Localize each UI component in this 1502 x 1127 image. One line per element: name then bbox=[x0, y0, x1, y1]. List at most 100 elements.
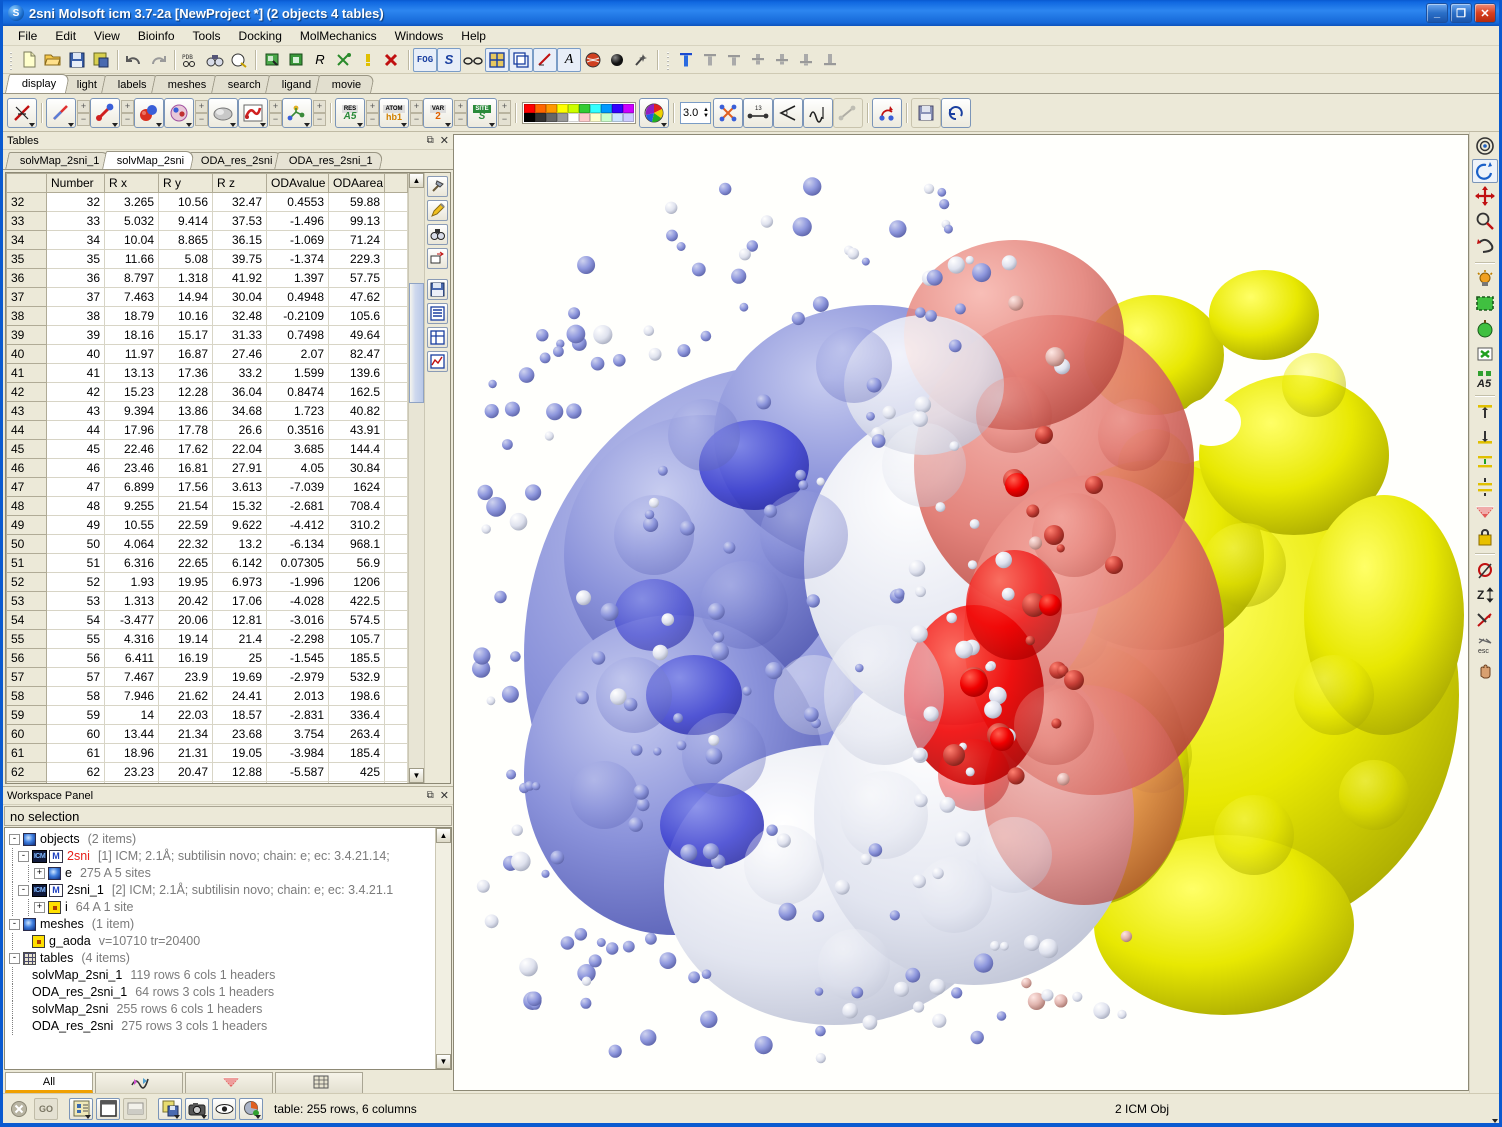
wire-representation-icon[interactable] bbox=[46, 98, 76, 128]
color-swatch-row2-3[interactable] bbox=[557, 113, 568, 122]
list-view-icon[interactable] bbox=[427, 303, 448, 324]
table-row[interactable]: 37377.46314.9430.040.494847.62 bbox=[7, 288, 408, 307]
restore-panel-icon[interactable]: ⧉ bbox=[427, 790, 434, 801]
table-row[interactable]: 424215.2312.2836.040.8474162.5 bbox=[7, 383, 408, 402]
tab-display[interactable]: display bbox=[5, 74, 70, 93]
table-row[interactable]: 606013.4421.3423.683.754263.4 bbox=[7, 725, 408, 744]
rotate-z-icon[interactable] bbox=[1472, 234, 1498, 258]
minimize-button[interactable]: _ bbox=[1426, 3, 1448, 23]
table-cell[interactable]: 60 bbox=[47, 725, 105, 744]
color-swatch-row1-1[interactable] bbox=[535, 104, 546, 113]
table-cell[interactable]: 62 bbox=[47, 763, 105, 782]
table-cell[interactable]: 310.2 bbox=[329, 516, 385, 535]
superimpose-icon[interactable] bbox=[713, 98, 743, 128]
table-cell[interactable]: 1206 bbox=[329, 573, 385, 592]
table-cell[interactable]: 1163 bbox=[329, 782, 385, 784]
color-swatch-row2-4[interactable] bbox=[568, 113, 579, 122]
clear-selection-icon[interactable] bbox=[1472, 342, 1498, 366]
table-cell[interactable]: 1.599 bbox=[267, 364, 329, 383]
res-label-stepper[interactable]: +− bbox=[366, 100, 379, 126]
table-cell[interactable]: 54 bbox=[47, 611, 105, 630]
table-cell[interactable]: 15.23 bbox=[105, 383, 159, 402]
table-cell[interactable]: 47 bbox=[47, 478, 105, 497]
table-cell[interactable]: 23.46 bbox=[105, 459, 159, 478]
color-swatch-row2-1[interactable] bbox=[535, 113, 546, 122]
table-cell[interactable]: 19.05 bbox=[213, 744, 267, 763]
table-row[interactable]: 58587.94621.6224.412.013198.6 bbox=[7, 687, 408, 706]
table-cell[interactable]: 58 bbox=[47, 687, 105, 706]
insert-column-icon[interactable] bbox=[427, 248, 448, 269]
table-cell[interactable]: 0.4553 bbox=[267, 193, 329, 212]
table-cell[interactable]: 10.56 bbox=[159, 193, 213, 212]
table-cell[interactable]: -1.545 bbox=[267, 649, 329, 668]
ball-stick-representation-icon[interactable] bbox=[164, 98, 194, 128]
table-cell[interactable]: 0.4948 bbox=[267, 288, 329, 307]
tree-item[interactable]: -meshes(1 item) bbox=[9, 916, 435, 933]
table-cell[interactable]: 44 bbox=[47, 421, 105, 440]
table-cell[interactable]: 24.41 bbox=[213, 687, 267, 706]
table-cell[interactable]: 10.52 bbox=[213, 782, 267, 784]
spinner-arrows[interactable]: ▲▼ bbox=[703, 107, 710, 119]
label-a5-icon[interactable]: A5 bbox=[1472, 367, 1498, 391]
table-cell[interactable]: 27.46 bbox=[213, 345, 267, 364]
table-row[interactable]: 36368.7971.31841.921.39757.75 bbox=[7, 269, 408, 288]
ws-tab-sequences[interactable] bbox=[95, 1072, 183, 1093]
menu-bioinfo[interactable]: Bioinfo bbox=[129, 27, 184, 45]
table-row[interactable]: 48489.25521.5415.32-2.681708.4 bbox=[7, 497, 408, 516]
table-cell[interactable]: 13.44 bbox=[105, 725, 159, 744]
table-cell[interactable]: 23.68 bbox=[213, 725, 267, 744]
distance-icon[interactable]: 13 bbox=[743, 98, 773, 128]
table-row-number[interactable]: 35 bbox=[7, 250, 47, 269]
save-icon[interactable] bbox=[65, 48, 89, 72]
molecular-3d-view[interactable] bbox=[453, 134, 1469, 1091]
menu-molmechanics[interactable]: MolMechanics bbox=[291, 27, 386, 45]
tree-expand-icon[interactable]: + bbox=[34, 868, 45, 879]
slab-both-icon[interactable] bbox=[1472, 450, 1498, 474]
table-cell[interactable]: -3.477 bbox=[105, 611, 159, 630]
table-cell[interactable]: 71.24 bbox=[329, 231, 385, 250]
table-cell[interactable]: 4.316 bbox=[105, 630, 159, 649]
table-row-number[interactable]: 44 bbox=[7, 421, 47, 440]
table-cell[interactable]: 31.33 bbox=[213, 326, 267, 345]
slab-6-icon[interactable] bbox=[794, 48, 818, 72]
color-swatch-row1-9[interactable] bbox=[623, 104, 634, 113]
table-column-header[interactable] bbox=[7, 174, 47, 193]
ribbon-representation-icon[interactable] bbox=[238, 98, 268, 128]
scroll-up-button[interactable]: ▲ bbox=[409, 173, 424, 188]
table-row-number[interactable]: 54 bbox=[7, 611, 47, 630]
table-cell[interactable]: 6.411 bbox=[105, 649, 159, 668]
table-cell[interactable]: -7.816 bbox=[267, 782, 329, 784]
slab-toolbar-grip[interactable] bbox=[665, 50, 671, 70]
table-row-number[interactable]: 38 bbox=[7, 307, 47, 326]
table-cell[interactable]: 19.95 bbox=[159, 573, 213, 592]
atom-label-stepper[interactable]: +− bbox=[410, 100, 423, 126]
undisplay-all-icon[interactable] bbox=[7, 98, 37, 128]
table-cell[interactable]: 6.142 bbox=[213, 554, 267, 573]
table-cell[interactable]: -1.374 bbox=[267, 250, 329, 269]
table-cell[interactable]: 9.255 bbox=[105, 497, 159, 516]
table-cell[interactable]: 185.4 bbox=[329, 744, 385, 763]
table-row[interactable]: 51516.31622.656.1420.0730556.9 bbox=[7, 554, 408, 573]
table-cell[interactable]: 22.65 bbox=[159, 554, 213, 573]
table-cell[interactable]: 425 bbox=[329, 763, 385, 782]
table-row-number[interactable]: 42 bbox=[7, 383, 47, 402]
table-cell[interactable]: -2.831 bbox=[267, 706, 329, 725]
angle-icon[interactable] bbox=[773, 98, 803, 128]
table-row[interactable]: 464623.4616.8127.914.0530.84 bbox=[7, 459, 408, 478]
table-tab-oda-res-2sni-1[interactable]: ODA_res_2sni_1 bbox=[275, 152, 384, 169]
table-cell[interactable]: 6.316 bbox=[105, 554, 159, 573]
save-as-icon[interactable] bbox=[89, 48, 113, 72]
menu-file[interactable]: File bbox=[9, 27, 46, 45]
table-cell[interactable]: 22.04 bbox=[213, 440, 267, 459]
table-row-number[interactable]: 48 bbox=[7, 497, 47, 516]
table-cell[interactable]: 17.56 bbox=[159, 478, 213, 497]
slab-3-icon[interactable] bbox=[722, 48, 746, 72]
stick-representation-icon[interactable] bbox=[90, 98, 120, 128]
table-row-number[interactable]: 51 bbox=[7, 554, 47, 573]
ribbon-stepper[interactable]: +− bbox=[269, 100, 282, 126]
table-cell[interactable]: 50 bbox=[47, 535, 105, 554]
table-cell[interactable]: 4.05 bbox=[267, 459, 329, 478]
table-column-header[interactable]: ODAarea bbox=[329, 174, 385, 193]
table-row-number[interactable]: 63 bbox=[7, 782, 47, 784]
table-cell[interactable]: 105.7 bbox=[329, 630, 385, 649]
